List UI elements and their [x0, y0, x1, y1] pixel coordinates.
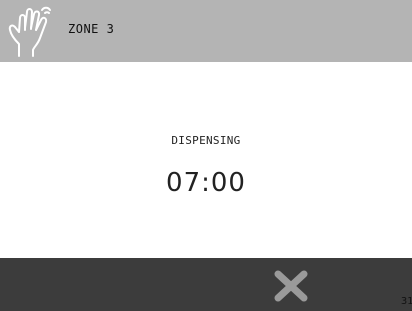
cancel-button[interactable]: [268, 266, 314, 306]
close-icon: [274, 270, 308, 302]
dispenser-screen: ZONE 3 DISPENSING 07:00 319: [0, 0, 412, 311]
hand-icon: [8, 6, 51, 57]
status-label: DISPENSING: [171, 134, 241, 147]
countdown-timer: 07:00: [166, 168, 246, 198]
corner-number: 319: [400, 296, 412, 307]
zone-title: ZONE 3: [68, 22, 115, 36]
header-bar: ZONE 3: [0, 0, 412, 62]
footer-bar: [0, 258, 412, 311]
